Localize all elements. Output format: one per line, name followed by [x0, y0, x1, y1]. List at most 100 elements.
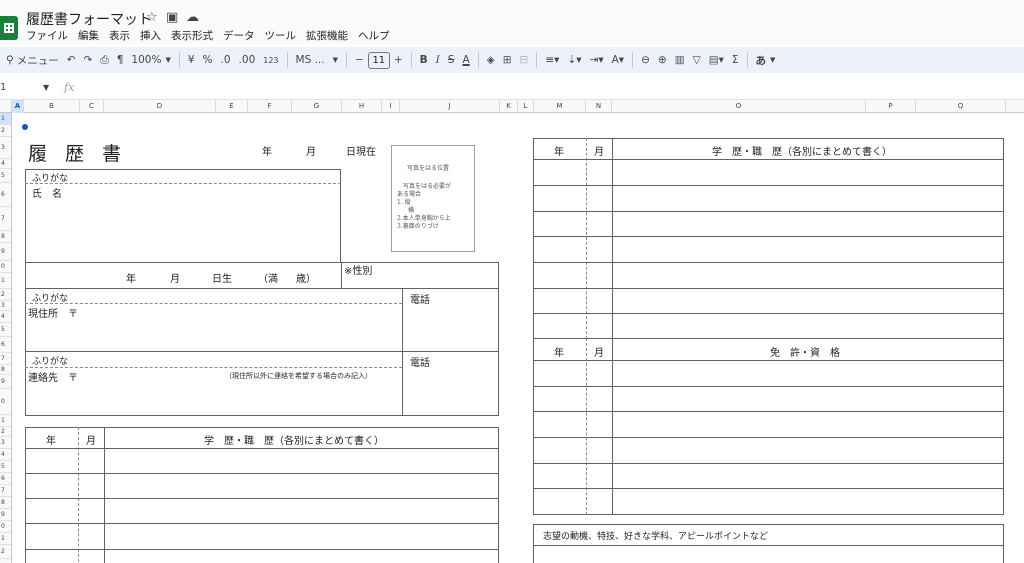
menu-format[interactable]: 表示形式	[171, 28, 213, 43]
column-header[interactable]: J	[400, 100, 500, 113]
font-size-input[interactable]: 11	[367, 51, 390, 69]
row-header[interactable]: 7	[0, 485, 11, 497]
row-header[interactable]: 8	[0, 231, 11, 243]
italic-icon[interactable]: I	[432, 49, 444, 71]
paint-format-icon[interactable]: ¶	[113, 49, 128, 71]
functions-icon[interactable]: Σ	[728, 49, 743, 71]
filter-icon[interactable]: ▽	[689, 49, 705, 71]
row-header[interactable]: 0	[0, 261, 11, 273]
select-all-corner[interactable]	[0, 100, 12, 113]
bold-icon[interactable]: B	[416, 49, 432, 71]
document-title[interactable]: 履歴書フォーマット	[26, 9, 152, 29]
column-header[interactable]: Q	[916, 100, 1006, 113]
sheets-logo-icon[interactable]	[0, 16, 18, 40]
undo-icon[interactable]: ↶	[63, 49, 80, 71]
row-header[interactable]: 2	[0, 289, 11, 301]
row-header[interactable]: 0	[0, 521, 11, 533]
print-icon[interactable]: ⎙	[96, 49, 112, 71]
strikethrough-icon[interactable]: S	[444, 49, 459, 71]
selection-handle[interactable]	[22, 124, 28, 130]
input-tools-button[interactable]: あ ▼	[752, 49, 780, 71]
menu-extensions[interactable]: 拡張機能	[306, 28, 348, 43]
row-header[interactable]: 4	[0, 449, 11, 461]
row-header[interactable]: 6	[0, 473, 11, 485]
text-rotation-icon[interactable]: A▾	[608, 49, 628, 71]
column-header[interactable]: O	[612, 100, 866, 113]
percent-format-button[interactable]: %	[199, 49, 217, 71]
horizontal-align-icon[interactable]: ≡▾	[541, 49, 563, 71]
column-header[interactable]: B	[24, 100, 80, 113]
merge-cells-icon[interactable]: ⊟	[516, 49, 533, 71]
insert-comment-icon[interactable]: ⊕	[654, 49, 671, 71]
menu-data[interactable]: データ	[223, 28, 255, 43]
row-header[interactable]: 9	[0, 375, 11, 389]
move-folder-icon[interactable]: ▣	[166, 10, 178, 25]
menu-tools[interactable]: ツール	[265, 28, 297, 43]
column-header[interactable]: M	[534, 100, 586, 113]
text-wrapping-icon[interactable]: ⇥▾	[586, 49, 608, 71]
row-header[interactable]: 7	[0, 207, 11, 231]
row-header[interactable]: 4	[0, 159, 11, 169]
row-header[interactable]: 3	[0, 137, 11, 159]
row-header[interactable]: 0	[0, 389, 11, 415]
menu-view[interactable]: 表示	[109, 28, 130, 43]
text-color-icon[interactable]: A	[458, 49, 473, 71]
menu-edit[interactable]: 編集	[78, 28, 99, 43]
menu-help[interactable]: ヘルプ	[358, 28, 390, 43]
row-header[interactable]: 1	[0, 273, 11, 289]
row-header[interactable]: 8	[0, 365, 11, 375]
column-header[interactable]: F	[248, 100, 292, 113]
font-family-select[interactable]: MS ... ▼	[292, 49, 342, 71]
menu-file[interactable]: ファイル	[26, 28, 68, 43]
row-header[interactable]: 2	[0, 125, 11, 137]
row-header[interactable]: 5	[0, 323, 11, 337]
star-icon[interactable]: ☆	[146, 10, 158, 25]
row-header[interactable]: 6	[0, 337, 11, 353]
vertical-align-icon[interactable]: ⇣▾	[563, 49, 585, 71]
increase-font-size-icon[interactable]: +	[390, 49, 407, 71]
row-header[interactable]: 5	[0, 461, 11, 473]
insert-chart-icon[interactable]: ▥	[671, 49, 689, 71]
decrease-font-size-icon[interactable]: −	[351, 49, 368, 71]
row-header[interactable]: 2	[0, 545, 11, 559]
column-header[interactable]: D	[104, 100, 216, 113]
row-header[interactable]: 4	[0, 311, 11, 323]
name-box[interactable]: 1	[0, 82, 6, 93]
filter-views-icon[interactable]: ▤▾	[705, 49, 728, 71]
increase-decimal-button[interactable]: .00	[235, 49, 260, 71]
row-header[interactable]: 6	[0, 183, 11, 207]
menu-insert[interactable]: 挿入	[140, 28, 161, 43]
row-header[interactable]: 3	[0, 437, 11, 449]
column-header[interactable]: C	[80, 100, 104, 113]
column-header[interactable]: G	[292, 100, 342, 113]
number-format-button[interactable]: 123	[259, 49, 282, 71]
zoom-select[interactable]: 100% ▼	[127, 49, 174, 71]
row-header[interactable]: 9	[0, 243, 11, 261]
column-header[interactable]: P	[866, 100, 916, 113]
cloud-status-icon[interactable]: ☁	[186, 10, 199, 25]
search-menus-button[interactable]: ⚲ メニュー	[0, 49, 63, 71]
column-header[interactable]: L	[518, 100, 534, 113]
redo-icon[interactable]: ↷	[80, 49, 97, 71]
column-header[interactable]: E	[216, 100, 248, 113]
chevron-down-icon[interactable]: ▼	[43, 83, 49, 92]
row-header[interactable]: 9	[0, 509, 11, 521]
insert-link-icon[interactable]: ⊖	[637, 49, 654, 71]
row-header[interactable]: 8	[0, 497, 11, 509]
borders-icon[interactable]: ⊞	[499, 49, 516, 71]
row-header[interactable]: 2	[0, 427, 11, 437]
row-header[interactable]: 1	[0, 415, 11, 427]
column-header[interactable]: I	[382, 100, 400, 113]
decrease-decimal-button[interactable]: .0	[217, 49, 235, 71]
row-header[interactable]: 3	[0, 301, 11, 311]
column-header[interactable]: K	[500, 100, 518, 113]
fill-color-icon[interactable]: ◈	[483, 49, 499, 71]
column-header[interactable]: A	[12, 100, 24, 113]
row-header[interactable]: 1	[0, 533, 11, 545]
column-header[interactable]: N	[586, 100, 612, 113]
row-header[interactable]: 5	[0, 169, 11, 183]
column-header[interactable]: H	[342, 100, 382, 113]
currency-format-button[interactable]: ¥	[184, 49, 199, 71]
row-header[interactable]: 1	[0, 113, 11, 125]
row-header[interactable]: 7	[0, 353, 11, 365]
